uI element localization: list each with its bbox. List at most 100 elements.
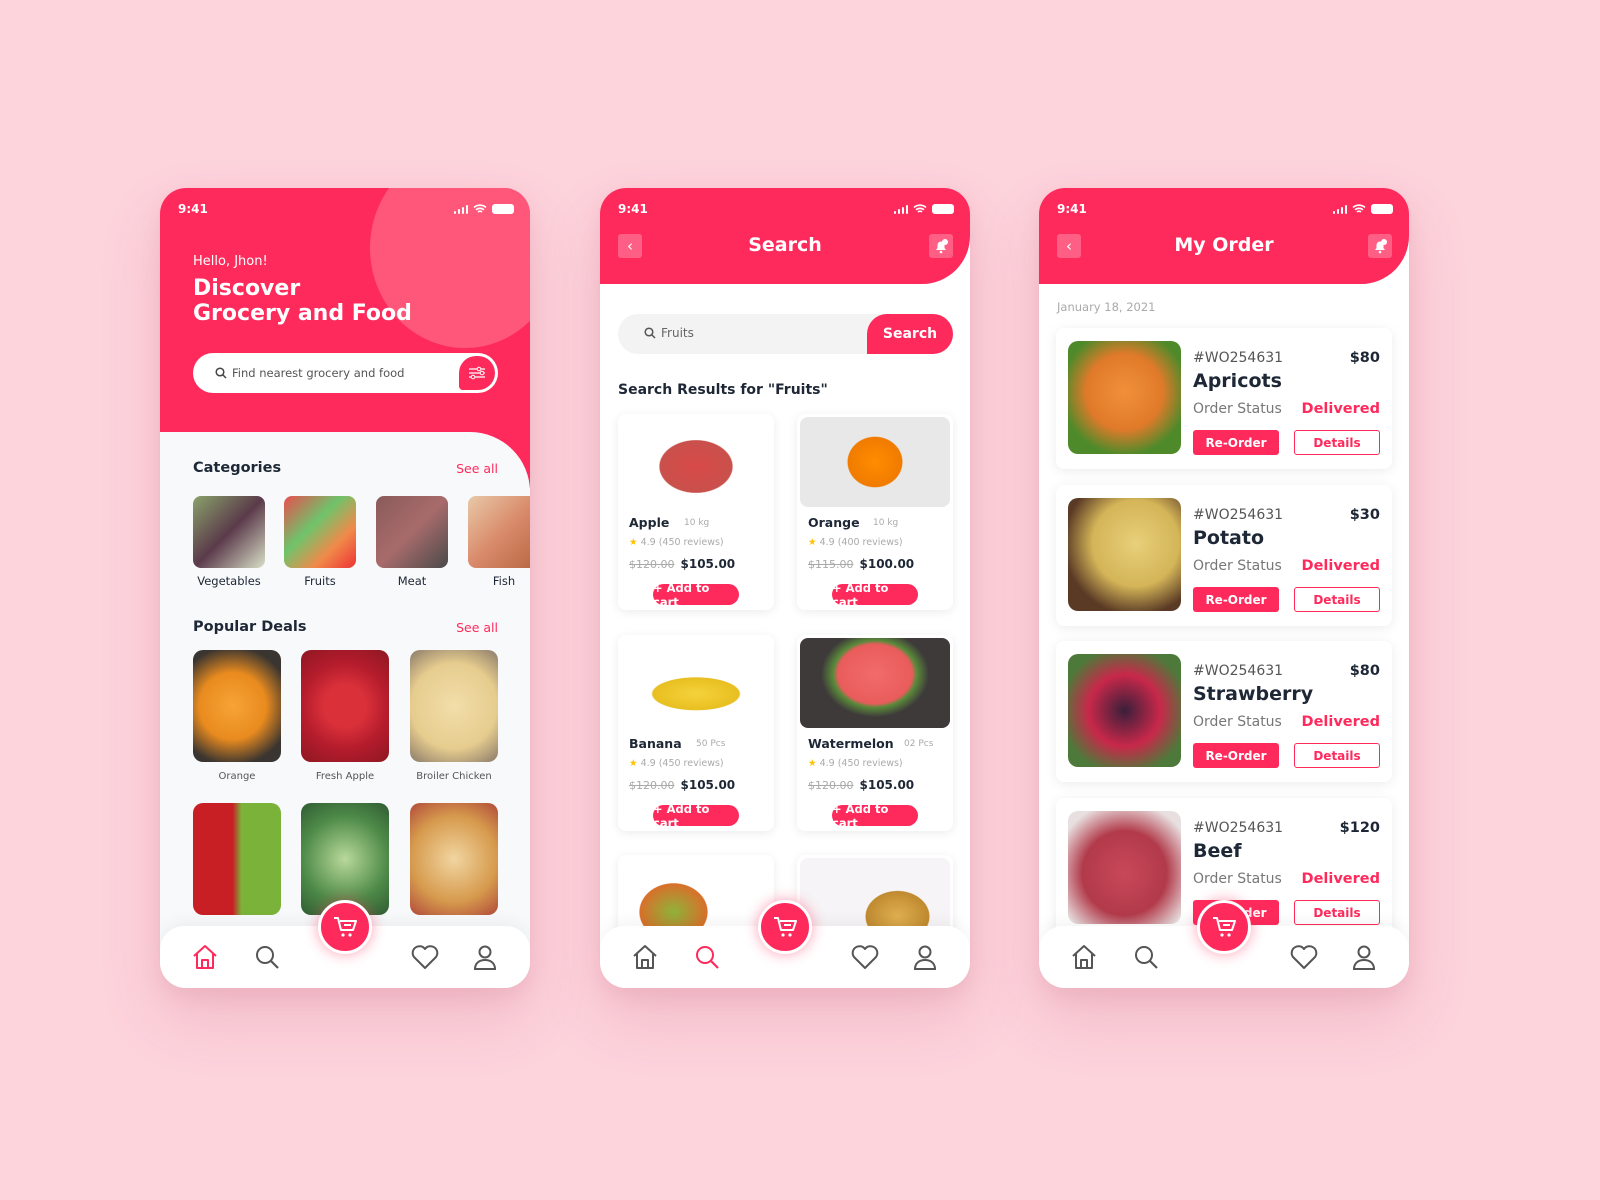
home-screen: 9:41 Hello, Jhon! Discover Grocery and F… [160,188,530,988]
pastry-image [410,803,498,915]
reorder-button[interactable]: Re-Order [1193,587,1279,612]
beef-image [1068,811,1181,924]
categories-title: Categories [193,460,282,476]
details-button[interactable]: Details [1294,900,1380,925]
reorder-button[interactable]: Re-Order [1193,430,1279,455]
cart-icon [334,917,357,937]
deal-broiler-chicken[interactable]: Broiler Chicken [410,650,498,782]
nav-profile[interactable] [1349,942,1379,972]
home-icon [193,945,217,969]
cart-icon [1213,917,1236,937]
battery-icon [932,204,954,214]
search-input[interactable]: Fruits Search [618,314,953,354]
battery-icon [492,204,514,214]
popular-see-all-link[interactable]: See all [456,620,498,635]
peppers-image [193,803,281,915]
reorder-button[interactable]: Re-Order [1193,743,1279,768]
status-time: 9:41 [1057,202,1087,216]
cart-icon [774,917,797,937]
star-icon: ★ [808,758,817,769]
status-time: 9:41 [618,202,648,216]
orange-image [193,650,281,762]
battery-icon [1371,204,1393,214]
status-time: 9:41 [178,202,208,216]
sliders-icon [469,366,485,380]
details-button[interactable]: Details [1294,743,1380,768]
deal-peppers[interactable] [193,803,281,915]
page-title: Search [748,234,822,256]
orders-screen: 9:41 ‹ My Order January 18, 2021 #WO2546… [1039,188,1409,988]
status-badge: Delivered [1301,871,1380,887]
banana-image [621,638,771,728]
nav-search[interactable] [692,942,722,972]
home-icon [633,945,657,969]
category-fruits[interactable]: Fruits [284,496,356,588]
status-badge: Delivered [1301,558,1380,574]
chicken-image [410,650,498,762]
add-to-cart-button[interactable]: + Add to cart [832,802,918,830]
category-vegetables[interactable]: Vegetables [193,496,265,588]
deal-orange[interactable]: Orange [193,650,281,782]
popular-deals-title: Popular Deals [193,619,307,635]
filter-button[interactable] [459,356,495,390]
category-meat[interactable]: Meat [376,496,448,588]
status-bar: 9:41 [618,202,954,216]
status-bar: 9:41 [1057,202,1393,216]
nav-home[interactable] [1069,942,1099,972]
status-bar: 9:41 [178,202,514,216]
product-card[interactable]: Watermelon 02 Pcs ★ 4.9 (450 reviews) $1… [797,635,953,831]
home-icon [1072,945,1096,969]
nav-favorites[interactable] [410,942,440,972]
bell-icon [936,239,948,254]
cart-button[interactable] [758,900,812,954]
notifications-button[interactable] [1368,234,1392,258]
headline: Discover Grocery and Food [193,276,412,326]
cart-button[interactable] [318,900,372,954]
product-card[interactable]: Apple 10 kg ★ 4.9 (450 reviews) $120.00 $… [618,414,774,610]
add-to-cart-button[interactable]: + Add to cart [653,802,739,830]
search-icon [644,327,656,339]
nav-home[interactable] [630,942,660,972]
nav-search[interactable] [1131,942,1161,972]
notifications-button[interactable] [929,234,953,258]
cart-button[interactable] [1197,900,1251,954]
signal-icon [893,204,908,214]
apple-image [301,650,389,762]
details-button[interactable]: Details [1294,587,1380,612]
search-button[interactable]: Search [867,314,953,354]
nav-favorites[interactable] [1289,942,1319,972]
nav-search[interactable] [252,942,282,972]
search-input[interactable]: Find nearest grocery and food [193,353,498,393]
deal-cabbage[interactable] [301,803,389,915]
add-to-cart-button[interactable]: + Add to cart [653,581,739,609]
berries-image [1068,654,1181,767]
order-card: #WO254631 $80 Strawberry Order Status De… [1056,641,1392,782]
star-icon: ★ [629,537,638,548]
star-icon: ★ [629,758,638,769]
heart-icon [411,945,439,969]
deal-pastry[interactable] [410,803,498,915]
details-button[interactable]: Details [1294,430,1380,455]
star-icon: ★ [808,537,817,548]
nav-home[interactable] [190,942,220,972]
product-card[interactable]: Orange 10 kg ★ 4.9 (400 reviews) $115.00… [797,414,953,610]
bell-icon [1375,239,1387,254]
order-card: #WO254631 $80 Apricots Order Status Deli… [1056,328,1392,469]
wifi-icon [913,204,927,213]
add-to-cart-button[interactable]: + Add to cart [832,581,918,609]
nav-profile[interactable] [910,942,940,972]
categories-see-all-link[interactable]: See all [456,461,498,476]
nav-favorites[interactable] [850,942,880,972]
page-title: My Order [1174,234,1274,256]
order-date: January 18, 2021 [1057,300,1156,314]
category-fish[interactable]: Fish [468,496,530,588]
deal-fresh-apple[interactable]: Fresh Apple [301,650,389,782]
user-icon [1352,945,1376,970]
search-screen: 9:41 ‹ Search Fruits Search Search Resul… [600,188,970,988]
nav-profile[interactable] [470,942,500,972]
fish-image [468,496,530,568]
wifi-icon [1352,204,1366,213]
results-title: Search Results for "Fruits" [618,382,828,398]
heart-icon [851,945,879,969]
product-card[interactable]: Banana 50 Pcs ★ 4.9 (450 reviews) $120.0… [618,635,774,831]
